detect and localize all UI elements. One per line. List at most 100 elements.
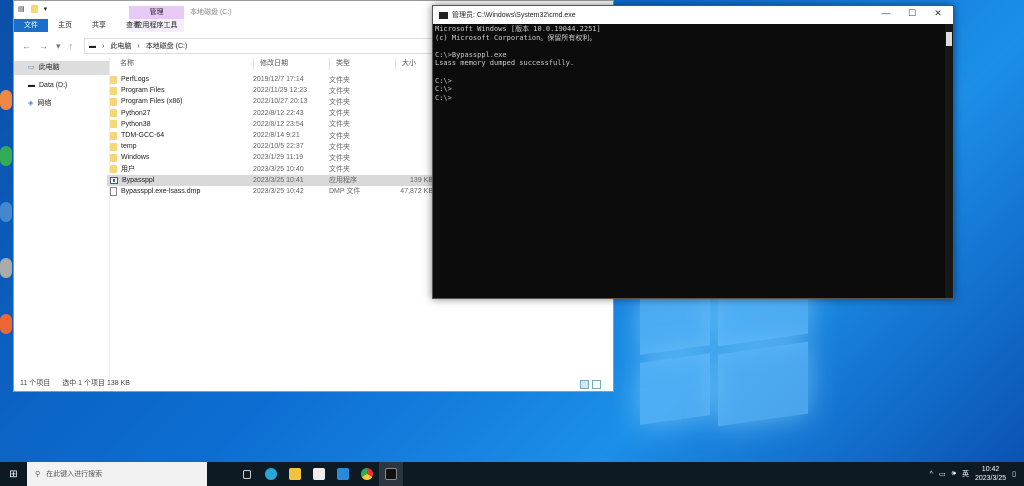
- file-row[interactable]: Python27 2022/8/12 22:43 文件夹: [107, 108, 439, 119]
- large-icons-view-icon[interactable]: [592, 380, 601, 389]
- breadcrumb-this-pc[interactable]: 此电脑: [110, 41, 131, 51]
- file-date: 2022/8/14 9:21: [253, 132, 300, 140]
- chrome-icon[interactable]: [355, 462, 379, 486]
- desktop-icons: [0, 90, 13, 370]
- cmd-scrollbar[interactable]: [945, 24, 953, 298]
- back-icon[interactable]: ←: [22, 41, 31, 52]
- volume-icon[interactable]: 🕪: [952, 470, 956, 478]
- file-type: 文件夹: [329, 132, 350, 140]
- start-button[interactable]: ⊞: [0, 469, 27, 480]
- notification-icon[interactable]: ▯: [1012, 470, 1016, 478]
- network-icon[interactable]: ▭: [939, 470, 946, 478]
- file-date: 2022/10/5 22:37: [253, 143, 304, 151]
- nav-item-network[interactable]: ◈ 网络: [14, 97, 109, 111]
- breadcrumb-local-disk[interactable]: 本地磁盘 (C:): [146, 41, 188, 51]
- file-type: 文件夹: [329, 87, 350, 95]
- file-name: 用户: [121, 166, 135, 174]
- file-row[interactable]: Bypassppl.exe-lsass.dmp 2023/3/25 10:42 DM…: [107, 186, 439, 197]
- drive-icon: ▬: [89, 42, 96, 50]
- file-row[interactable]: PerfLogs 2019/12/7 17:14 文件夹: [107, 74, 439, 85]
- store-icon[interactable]: [307, 462, 331, 486]
- file-name: Program Files (x86): [121, 98, 183, 106]
- file-type: 应用程序: [329, 177, 357, 185]
- file-date: 2023/3/25 10:41: [253, 176, 304, 184]
- column-type[interactable]: 类型: [330, 58, 396, 70]
- cmd-output[interactable]: Microsoft Windows [版本 10.0.19044.2251] (…: [433, 24, 953, 103]
- cmd-window: 管理员: C:\Windows\System32\cmd.exe — ☐ ✕ M…: [432, 5, 954, 299]
- file-date: 2022/8/12 22:43: [253, 109, 304, 117]
- new-folder-icon[interactable]: [30, 5, 38, 13]
- folder-icon: [110, 97, 117, 106]
- customize-dropdown-icon[interactable]: ▾: [44, 5, 48, 13]
- file-list: PerfLogs 2019/12/7 17:14 文件夹 Program Files 2…: [107, 74, 439, 197]
- selection-info: 选中 1 个项目 138 KB: [62, 380, 130, 387]
- file-type: 文件夹: [329, 143, 350, 151]
- folder-icon: [110, 131, 117, 140]
- folder-icon: [110, 153, 117, 162]
- search-icon: ⚲: [35, 471, 41, 478]
- task-view-button[interactable]: [235, 462, 259, 486]
- network-icon: ◈: [28, 100, 34, 107]
- maximize-button[interactable]: ☐: [899, 8, 925, 19]
- file-name: Python38: [121, 120, 151, 128]
- file-row[interactable]: Program Files (x86) 2022/10/27 20:13 文件夹: [107, 96, 439, 107]
- close-button[interactable]: ✕: [925, 8, 951, 19]
- tab-share[interactable]: 共享: [82, 19, 116, 32]
- tab-file[interactable]: 文件: [14, 19, 48, 32]
- item-count: 11 个项目: [20, 380, 51, 387]
- tab-home[interactable]: 主页: [48, 19, 82, 32]
- minimize-button[interactable]: —: [873, 8, 899, 18]
- file-row[interactable]: Bypassppl 2023/3/25 10:41 应用程序 139 KB: [107, 174, 439, 186]
- tab-view[interactable]: 查看: [116, 19, 150, 32]
- drive-icon: ▬: [28, 82, 35, 89]
- nav-item-data-drive[interactable]: ▬ Data (D:): [14, 79, 109, 93]
- mail-icon[interactable]: [331, 462, 355, 486]
- system-tray: ^ ▭ 🕪 英 10:42 2023/3/25 ▯: [930, 462, 1016, 486]
- up-icon[interactable]: ↑: [69, 41, 74, 52]
- folder-icon: [110, 75, 117, 84]
- file-type: 文件夹: [329, 98, 350, 106]
- file-row[interactable]: Python38 2022/8/12 23:54 文件夹: [107, 119, 439, 130]
- file-date: 2023/1/29 11:19: [253, 154, 304, 162]
- file-row[interactable]: 用户 2023/3/25 10:40 文件夹: [107, 164, 439, 175]
- file-name: temp: [121, 143, 137, 151]
- folder-icon: [110, 120, 117, 129]
- cmd-title: 管理员: C:\Windows\System32\cmd.exe: [452, 12, 576, 19]
- column-name[interactable]: 名称: [114, 58, 254, 70]
- clock[interactable]: 10:42 2023/3/25: [975, 465, 1006, 483]
- file-type: 文件夹: [329, 76, 350, 84]
- file-size: 139 KB: [410, 176, 433, 184]
- folder-icon: [110, 165, 117, 174]
- edge-icon[interactable]: [259, 462, 283, 486]
- file-type: 文件夹: [329, 154, 350, 162]
- forward-icon[interactable]: →: [39, 41, 48, 52]
- recent-dropdown-icon[interactable]: ▾: [56, 41, 61, 52]
- file-name: Windows: [121, 154, 150, 162]
- file-row[interactable]: temp 2022/10/5 22:37 文件夹: [107, 141, 439, 152]
- status-bar: 11 个项目 选中 1 个项目 138 KB: [20, 378, 130, 388]
- file-row[interactable]: TDM-GCC-64 2022/8/14 9:21 文件夹: [107, 130, 439, 141]
- details-view-icon[interactable]: [580, 380, 589, 389]
- properties-icon[interactable]: ▤: [18, 5, 25, 13]
- file-name: Bypassppl: [122, 176, 155, 184]
- file-size: 47,872 KB: [400, 187, 433, 195]
- file-name: Bypassppl.exe-lsass.dmp: [121, 187, 201, 195]
- context-header: 管理: [149, 9, 164, 16]
- window-title: 本地磁盘 (C:): [190, 9, 232, 16]
- file-row[interactable]: Program Files 2022/11/29 12:23 文件夹: [107, 85, 439, 96]
- file-icon: [110, 186, 117, 196]
- file-row[interactable]: Windows 2023/1/29 11:19 文件夹: [107, 152, 439, 163]
- ime-indicator[interactable]: 英: [962, 469, 969, 479]
- computer-icon: ▭: [28, 64, 35, 71]
- taskbar-search[interactable]: ⚲ 在此键入进行搜索: [27, 462, 207, 486]
- folder-icon: [110, 86, 117, 95]
- folder-icon: [110, 109, 117, 118]
- cmd-taskbar-icon[interactable]: [379, 462, 403, 486]
- nav-item-this-pc[interactable]: ▭ 此电脑: [14, 61, 109, 75]
- column-headers: 名称 修改日期 类型 大小: [114, 58, 442, 70]
- file-name: Program Files: [121, 87, 165, 95]
- chevron-up-icon[interactable]: ^: [930, 471, 933, 478]
- column-date[interactable]: 修改日期: [254, 58, 330, 70]
- file-explorer-icon[interactable]: [283, 462, 307, 486]
- taskbar: ⊞ ⚲ 在此键入进行搜索 ^ ▭ 🕪 英 10:42 2023/3/25 ▯: [0, 462, 1024, 486]
